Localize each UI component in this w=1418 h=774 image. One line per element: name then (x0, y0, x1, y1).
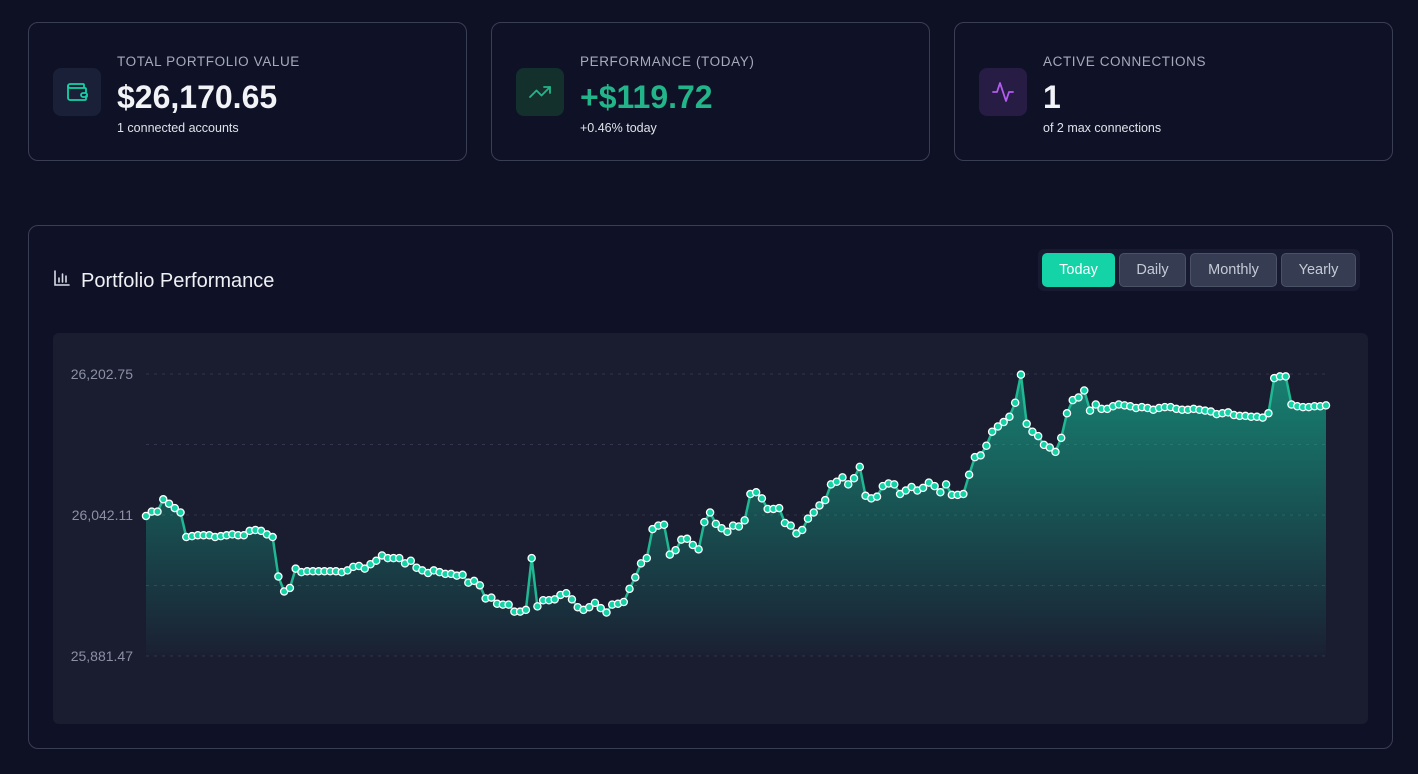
activity-icon (979, 68, 1027, 116)
data-point[interactable] (458, 570, 467, 580)
portfolio-chart-svg: 26,202.75 26,042.11 25,881.47 (71, 366, 1331, 664)
y-tick-label: 26,042.11 (72, 507, 133, 523)
data-point[interactable] (1022, 419, 1031, 429)
data-point[interactable] (976, 451, 985, 460)
tab-monthly[interactable]: Monthly (1190, 253, 1277, 287)
data-point[interactable] (734, 522, 744, 531)
data-point[interactable] (964, 470, 974, 479)
data-point[interactable] (153, 507, 162, 516)
stat-value: +$119.72 (580, 79, 713, 115)
stat-card-performance-today: PERFORMANCE (TODAY) +$119.72 +0.46% toda… (491, 22, 930, 161)
data-point[interactable] (527, 553, 536, 563)
data-point[interactable] (843, 480, 853, 489)
stat-value: 1 (1043, 79, 1061, 115)
data-point[interactable] (567, 595, 577, 604)
data-point[interactable] (890, 480, 899, 489)
portfolio-performance-card: Portfolio Performance Today Daily Monthl… (28, 225, 1393, 749)
stat-card-active-connections: ACTIVE CONNECTIONS 1 of 2 max connection… (954, 22, 1393, 161)
data-point[interactable] (1005, 412, 1014, 422)
data-point[interactable] (803, 514, 813, 523)
data-point[interactable] (1033, 431, 1043, 441)
stat-subtext: of 2 max connections (1043, 121, 1162, 135)
data-point[interactable] (1016, 370, 1026, 379)
data-point[interactable] (1010, 398, 1020, 408)
data-point[interactable] (561, 588, 571, 598)
data-point[interactable] (694, 545, 703, 554)
data-point[interactable] (1074, 393, 1083, 402)
portfolio-performance-header: Portfolio Performance (53, 269, 274, 293)
data-point[interactable] (1051, 447, 1060, 457)
data-point[interactable] (700, 517, 709, 527)
portfolio-chart: 26,202.75 26,042.11 25,881.47 (53, 333, 1368, 724)
stat-subtext: 1 connected accounts (117, 121, 239, 135)
data-point[interactable] (757, 494, 767, 503)
data-point[interactable] (809, 508, 818, 517)
data-point[interactable] (533, 602, 542, 611)
data-point[interactable] (659, 520, 669, 529)
data-point[interactable] (723, 527, 732, 537)
data-point[interactable] (959, 489, 968, 499)
data-point[interactable] (504, 600, 513, 609)
data-point[interactable] (521, 605, 531, 615)
data-point[interactable] (1321, 401, 1331, 410)
tab-daily[interactable]: Daily (1119, 253, 1186, 287)
tab-today[interactable]: Today (1042, 253, 1115, 287)
stat-card-portfolio-value: TOTAL PORTFOLIO VALUE $26,170.65 1 conne… (28, 22, 467, 161)
data-point[interactable] (1281, 372, 1290, 381)
tab-yearly[interactable]: Yearly (1281, 253, 1356, 287)
data-point[interactable] (602, 608, 611, 617)
data-point[interactable] (936, 488, 945, 497)
data-point[interactable] (930, 481, 939, 491)
stat-label: PERFORMANCE (TODAY) (580, 54, 755, 69)
y-tick-label: 25,881.47 (71, 648, 133, 664)
data-point[interactable] (982, 441, 991, 451)
data-point[interactable] (274, 572, 283, 581)
data-point[interactable] (872, 492, 882, 501)
data-point[interactable] (849, 473, 859, 483)
data-point[interactable] (671, 545, 680, 555)
data-point[interactable] (838, 473, 847, 482)
data-point[interactable] (751, 488, 761, 497)
data-point[interactable] (1264, 409, 1273, 418)
trending-up-icon (516, 68, 564, 116)
data-point[interactable] (642, 553, 652, 563)
data-point[interactable] (820, 495, 830, 505)
bar-chart-icon (53, 269, 71, 293)
data-point[interactable] (176, 508, 185, 517)
data-point[interactable] (1056, 433, 1066, 443)
data-point[interactable] (786, 521, 795, 530)
data-point[interactable] (1085, 406, 1095, 415)
data-point[interactable] (740, 516, 749, 525)
data-point[interactable] (475, 581, 485, 590)
data-point[interactable] (631, 573, 640, 582)
timeframe-tabs: Today Daily Monthly Yearly (1038, 249, 1360, 291)
stat-value: $26,170.65 (117, 79, 278, 115)
data-point[interactable] (855, 462, 865, 472)
stat-label: TOTAL PORTFOLIO VALUE (117, 54, 300, 69)
data-point[interactable] (797, 525, 807, 535)
data-point[interactable] (941, 480, 951, 489)
data-point[interactable] (682, 534, 692, 544)
data-point[interactable] (406, 556, 416, 565)
data-point[interactable] (1062, 409, 1072, 418)
wallet-icon (53, 68, 101, 116)
stat-subtext: +0.46% today (580, 121, 657, 135)
data-point[interactable] (487, 593, 496, 602)
data-point[interactable] (1079, 386, 1089, 395)
data-point[interactable] (625, 584, 634, 594)
data-point[interactable] (619, 597, 629, 607)
section-title: Portfolio Performance (81, 269, 275, 292)
data-point[interactable] (268, 532, 277, 542)
data-point[interactable] (774, 503, 784, 513)
stat-label: ACTIVE CONNECTIONS (1043, 54, 1207, 69)
y-tick-label: 26,202.75 (71, 366, 133, 382)
data-point[interactable] (285, 583, 295, 593)
data-point[interactable] (705, 508, 715, 517)
